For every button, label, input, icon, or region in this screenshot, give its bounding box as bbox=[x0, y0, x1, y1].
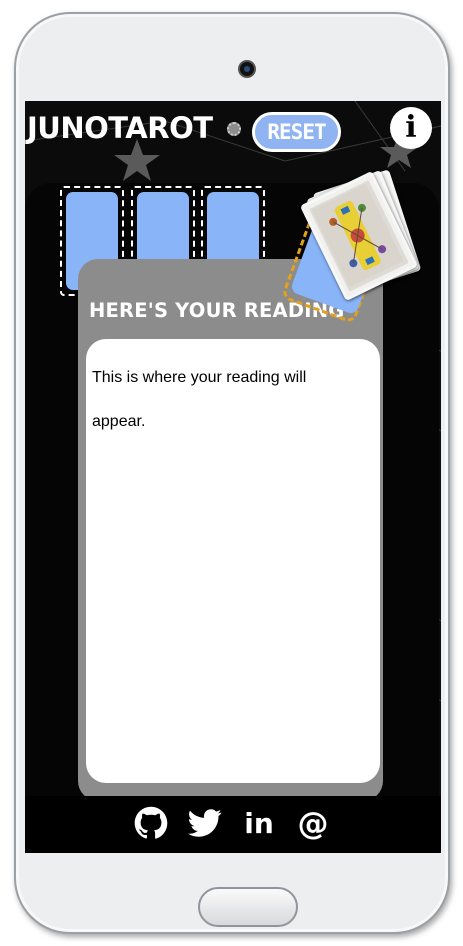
linkedin-icon[interactable]: in bbox=[242, 806, 276, 840]
social-footer: in @ bbox=[25, 796, 441, 853]
app-logo: JUNOTAROT bbox=[27, 111, 213, 145]
app-screen: JUNOTAROT RESET i HERE'S YOUR READING Th… bbox=[25, 101, 441, 853]
home-button[interactable] bbox=[198, 887, 298, 927]
app-header: JUNOTAROT RESET i bbox=[25, 101, 441, 163]
reset-button[interactable]: RESET bbox=[252, 112, 341, 152]
at-icon[interactable]: @ bbox=[296, 806, 330, 840]
github-icon[interactable] bbox=[134, 806, 168, 840]
front-camera bbox=[238, 60, 256, 78]
linkedin-label: in bbox=[244, 807, 274, 840]
reading-panel: HERE'S YOUR READING This is where your r… bbox=[78, 259, 383, 801]
reading-text: This is where your reading will appear. bbox=[92, 369, 307, 430]
email-label: @ bbox=[298, 806, 329, 840]
twitter-icon[interactable] bbox=[188, 806, 222, 840]
reading-output: This is where your reading will appear. bbox=[86, 339, 380, 783]
info-button[interactable]: i bbox=[390, 107, 432, 149]
logo-gear-icon bbox=[227, 122, 241, 136]
